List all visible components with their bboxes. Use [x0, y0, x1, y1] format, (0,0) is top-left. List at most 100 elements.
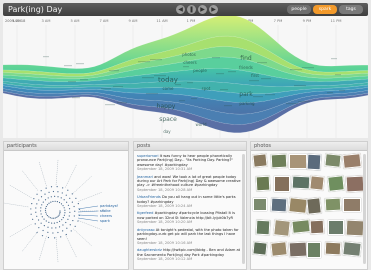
- post-item[interactable]: tigerfeed #parkingday #parkcycle bussing…: [134, 211, 246, 224]
- participant-dot: [40, 210, 42, 212]
- post-user[interactable]: superiomari: [137, 154, 159, 158]
- participant-dot: [75, 197, 77, 199]
- prev-button[interactable]: ◀: [176, 5, 185, 14]
- stream-tag-mark: [339, 90, 345, 92]
- photo-thumbnail[interactable]: [345, 175, 365, 193]
- photo-thumbnail[interactable]: [288, 197, 308, 214]
- participant-connector: [77, 217, 99, 222]
- photo-thumbnail[interactable]: [343, 198, 361, 212]
- photo-thumbnail[interactable]: [328, 220, 344, 235]
- photo-thumbnail[interactable]: [270, 241, 288, 257]
- photo-thumbnail[interactable]: [274, 176, 290, 192]
- photo-thumbnail[interactable]: [324, 153, 342, 168]
- stream-word[interactable]: today: [158, 76, 178, 84]
- photo-thumbnail[interactable]: [270, 153, 288, 169]
- photo-thumbnail[interactable]: [289, 154, 307, 169]
- photo-thumbnail[interactable]: [291, 175, 311, 190]
- photo-thumbnail[interactable]: [324, 197, 342, 212]
- photo-thumbnail[interactable]: [306, 153, 322, 171]
- stream-word[interactable]: friends: [239, 65, 253, 70]
- participant-dot: [48, 216, 50, 218]
- play-button[interactable]: ▶: [198, 5, 207, 14]
- participant-dot: [47, 197, 49, 199]
- photo-thumbnail[interactable]: [255, 175, 271, 192]
- participant-dot: [37, 219, 40, 221]
- people-filter-button[interactable]: people: [287, 5, 311, 14]
- stream-word[interactable]: day: [163, 129, 171, 134]
- stream-word[interactable]: first: [251, 73, 259, 78]
- photo-thumbnail[interactable]: [342, 241, 362, 257]
- photo-thumbnail[interactable]: [291, 219, 311, 234]
- stream-word[interactable]: park: [239, 91, 253, 98]
- photo-thumbnail[interactable]: [342, 153, 362, 169]
- stream-tag-mark: [187, 82, 193, 84]
- post-user[interactable]: Jeanmari: [137, 175, 153, 179]
- post-user[interactable]: tigerfeed: [137, 211, 153, 215]
- participant-spoke: [9, 184, 32, 199]
- stream-word[interactable]: find: [240, 55, 252, 62]
- post-item[interactable]: daughtersbriz http://twitpic.com/ibbtg -…: [134, 248, 246, 261]
- participant-dot: [60, 197, 62, 199]
- photo-thumbnail[interactable]: [253, 198, 267, 211]
- post-item[interactable]: superiomari It was funny to hear people …: [134, 154, 246, 172]
- post-user[interactable]: UrbanFriends: [137, 195, 161, 199]
- participant-dot: [59, 210, 61, 212]
- photo-thumbnail[interactable]: [255, 219, 271, 236]
- photo-thumbnail[interactable]: [309, 175, 325, 191]
- post-item[interactable]: Jeanmari and wow! We took a lot of great…: [134, 175, 246, 193]
- photos-scrollbar[interactable]: [363, 154, 366, 264]
- participant-label[interactable]: spark: [100, 219, 111, 223]
- post-item[interactable]: dntyrosso At tonight's pedestal, with th…: [134, 228, 246, 246]
- time-tick-label: 1 PM: [187, 19, 196, 23]
- participant-dot: [68, 208, 71, 210]
- participant-dot: [40, 222, 42, 224]
- participant-dot: [54, 195, 56, 197]
- participant-label[interactable]: cheers: [100, 214, 112, 218]
- stream-tag-mark: [261, 78, 271, 80]
- next-button[interactable]: ▶: [209, 5, 218, 14]
- participant-label[interactable]: sfbike: [100, 209, 111, 213]
- tags-filter-button[interactable]: tags: [339, 5, 363, 14]
- photos-grid[interactable]: [251, 152, 365, 269]
- participants-radial[interactable]: parkdaysfsfbikecheersspark: [2, 151, 128, 269]
- participant-dot: [36, 193, 38, 195]
- stream-word[interactable]: world: [195, 122, 206, 127]
- stream-tag-mark: [298, 101, 310, 103]
- stream-word[interactable]: happy: [157, 103, 176, 110]
- photo-thumbnail[interactable]: [324, 241, 342, 256]
- streamgraph[interactable]: 2009-09-181 AM3 AM5 AM7 AM9 AM11 AM1 PM3…: [3, 16, 368, 138]
- photo-thumbnail[interactable]: [345, 219, 365, 237]
- photo-thumbnail[interactable]: [306, 197, 322, 215]
- stream-word[interactable]: parking: [239, 101, 255, 106]
- pause-button[interactable]: ❚: [187, 5, 196, 14]
- stream-word[interactable]: space: [159, 116, 177, 123]
- photo-thumbnail[interactable]: [288, 241, 308, 258]
- post-item[interactable]: UrbanFriends Do you all hang out in some…: [134, 195, 246, 208]
- photo-thumbnail[interactable]: [327, 175, 345, 192]
- photo-thumbnail[interactable]: [273, 219, 291, 237]
- participant-dot: [52, 200, 54, 203]
- photo-thumbnail[interactable]: [309, 219, 325, 235]
- stream-word[interactable]: spot: [202, 86, 211, 91]
- participant-dot: [55, 227, 57, 229]
- participant-label[interactable]: parkdaysf: [100, 204, 119, 208]
- participant-dot: [40, 213, 42, 215]
- post-user[interactable]: daughtersbriz: [137, 248, 162, 252]
- spark-filter-button[interactable]: spark: [313, 5, 337, 14]
- page-title: Park(ing) Day: [8, 5, 63, 14]
- stream-word[interactable]: people: [193, 68, 207, 73]
- posts-scrollbar[interactable]: [242, 154, 245, 264]
- participant-dot: [57, 196, 59, 198]
- stream-tag-mark: [294, 85, 306, 87]
- post-user[interactable]: dntyrosso: [137, 228, 155, 232]
- photo-thumbnail[interactable]: [270, 197, 288, 213]
- photo-thumbnail[interactable]: [252, 241, 268, 256]
- stream-word[interactable]: come: [162, 86, 174, 91]
- posts-list[interactable]: superiomari It was funny to hear people …: [134, 154, 246, 262]
- participant-dot: [52, 190, 55, 193]
- stream-word[interactable]: cheers: [183, 60, 196, 65]
- photo-thumbnail[interactable]: [307, 242, 321, 258]
- participant-dot: [62, 187, 64, 189]
- stream-word[interactable]: photos: [182, 52, 196, 57]
- photo-thumbnail[interactable]: [252, 153, 268, 168]
